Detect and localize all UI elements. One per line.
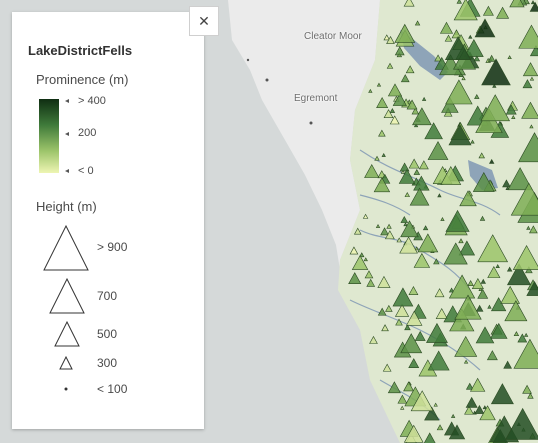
- close-icon: ✕: [198, 13, 210, 29]
- height-symbol-500: [54, 321, 80, 347]
- prominence-label-mid: 200: [78, 127, 97, 139]
- prominence-section-title: Prominence (m): [36, 72, 129, 87]
- height-label-900: > 900: [97, 240, 128, 254]
- height-symbol-700: [49, 278, 85, 314]
- legend-panel: LakeDistrictFells Prominence (m) > 400 2…: [12, 12, 204, 429]
- height-label-300: 300: [97, 356, 118, 370]
- prominence-label-low: < 0: [78, 165, 94, 177]
- height-label-500: 500: [97, 327, 118, 341]
- place-label-cleator-moor: Cleator Moor: [304, 31, 362, 42]
- height-label-100: < 100: [97, 382, 128, 396]
- height-symbol-300: [59, 356, 73, 370]
- place-label-egremont: Egremont: [294, 93, 338, 104]
- height-symbol-900: [43, 224, 89, 271]
- height-section-title: Height (m): [36, 199, 97, 214]
- legend-title: LakeDistrictFells: [28, 43, 133, 58]
- height-label-700: 700: [97, 289, 118, 303]
- height-symbol-100: [64, 387, 68, 391]
- prominence-color-ramp: [39, 99, 69, 173]
- close-button[interactable]: ✕: [189, 6, 219, 36]
- prominence-label-high: > 400: [78, 95, 106, 107]
